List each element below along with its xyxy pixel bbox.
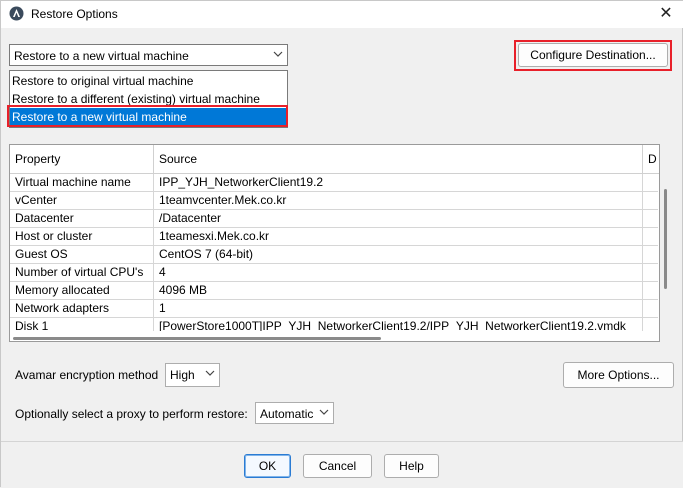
table-vertical-scrollbar[interactable] <box>659 173 671 331</box>
proxy-select[interactable]: Automatic <box>255 402 334 424</box>
source-cell: 1teamvcenter.Mek.co.kr <box>154 192 643 210</box>
table-row[interactable]: Host or cluster 1teamesxi.Mek.co.kr <box>10 228 658 246</box>
table-header: Property Source D <box>10 145 659 174</box>
table-row[interactable]: Virtual machine name IPP_YJH_NetworkerCl… <box>10 174 658 192</box>
property-cell: vCenter <box>10 192 154 210</box>
proxy-value: Automatic <box>260 407 314 421</box>
source-cell: 1teamesxi.Mek.co.kr <box>154 228 643 246</box>
restore-target-options: Restore to original virtual machine Rest… <box>9 70 288 128</box>
restore-target-value: Restore to a new virtual machine <box>14 49 189 63</box>
property-cell: Number of virtual CPU's <box>10 264 154 282</box>
property-cell: Disk 1 <box>10 318 154 331</box>
table-row[interactable]: Memory allocated 4096 MB <box>10 282 658 300</box>
table-horizontal-scrollbar[interactable] <box>13 335 653 341</box>
configure-destination-button[interactable]: Configure Destination... <box>518 43 668 67</box>
close-icon[interactable]: ✕ <box>656 4 676 24</box>
property-cell: Network adapters <box>10 300 154 318</box>
table-row[interactable]: Disk 1 [PowerStore1000T]IPP_YJH_Networke… <box>10 318 658 331</box>
restore-target-select[interactable]: Restore to a new virtual machine <box>9 44 288 66</box>
property-cell: Guest OS <box>10 246 154 264</box>
option-restore-existing[interactable]: Restore to a different (existing) virtua… <box>10 90 287 108</box>
option-restore-new[interactable]: Restore to a new virtual machine <box>10 108 287 126</box>
table-row[interactable]: Number of virtual CPU's 4 <box>10 264 658 282</box>
source-cell: CentOS 7 (64-bit) <box>154 246 643 264</box>
avamar-logo-icon <box>9 6 24 21</box>
table-row[interactable]: Datacenter /Datacenter <box>10 210 658 228</box>
chevron-down-icon[interactable] <box>269 45 287 65</box>
dialog-title: Restore Options <box>31 7 118 21</box>
encryption-label: Avamar encryption method <box>15 368 159 382</box>
cancel-button[interactable]: Cancel <box>303 454 372 478</box>
horizontal-scroll-thumb[interactable] <box>13 337 381 340</box>
chevron-down-icon[interactable] <box>201 364 219 384</box>
encryption-value: High <box>170 368 195 382</box>
table-row[interactable]: vCenter 1teamvcenter.Mek.co.kr <box>10 192 658 210</box>
property-cell: Datacenter <box>10 210 154 228</box>
encryption-select[interactable]: High <box>165 363 220 387</box>
source-cell: IPP_YJH_NetworkerClient19.2 <box>154 174 643 192</box>
column-header-source[interactable]: Source <box>154 145 643 174</box>
source-cell: 4096 MB <box>154 282 643 300</box>
more-options-button[interactable]: More Options... <box>563 362 674 388</box>
column-header-property[interactable]: Property <box>10 145 154 174</box>
source-cell: 1 <box>154 300 643 318</box>
help-button[interactable]: Help <box>384 454 439 478</box>
restore-options-dialog: Restore Options ✕ Restore to a new virtu… <box>0 0 683 488</box>
dialog-button-bar: OK Cancel Help <box>1 441 683 488</box>
source-cell: [PowerStore1000T]IPP_YJH_NetworkerClient… <box>154 318 643 331</box>
source-cell: /Datacenter <box>154 210 643 228</box>
column-header-destination[interactable]: D <box>643 145 659 174</box>
table-row[interactable]: Guest OS CentOS 7 (64-bit) <box>10 246 658 264</box>
title-bar: Restore Options ✕ <box>1 1 683 28</box>
source-cell: 4 <box>154 264 643 282</box>
table-row[interactable]: Network adapters 1 <box>10 300 658 318</box>
properties-table[interactable]: Property Source D Virtual machine name I… <box>9 144 660 342</box>
property-cell: Host or cluster <box>10 228 154 246</box>
vertical-scroll-thumb[interactable] <box>664 189 667 289</box>
proxy-label: Optionally select a proxy to perform res… <box>15 407 248 421</box>
chevron-down-icon[interactable] <box>315 403 333 423</box>
property-cell: Memory allocated <box>10 282 154 300</box>
option-restore-original[interactable]: Restore to original virtual machine <box>10 72 287 90</box>
property-cell: Virtual machine name <box>10 174 154 192</box>
ok-button[interactable]: OK <box>244 454 291 478</box>
